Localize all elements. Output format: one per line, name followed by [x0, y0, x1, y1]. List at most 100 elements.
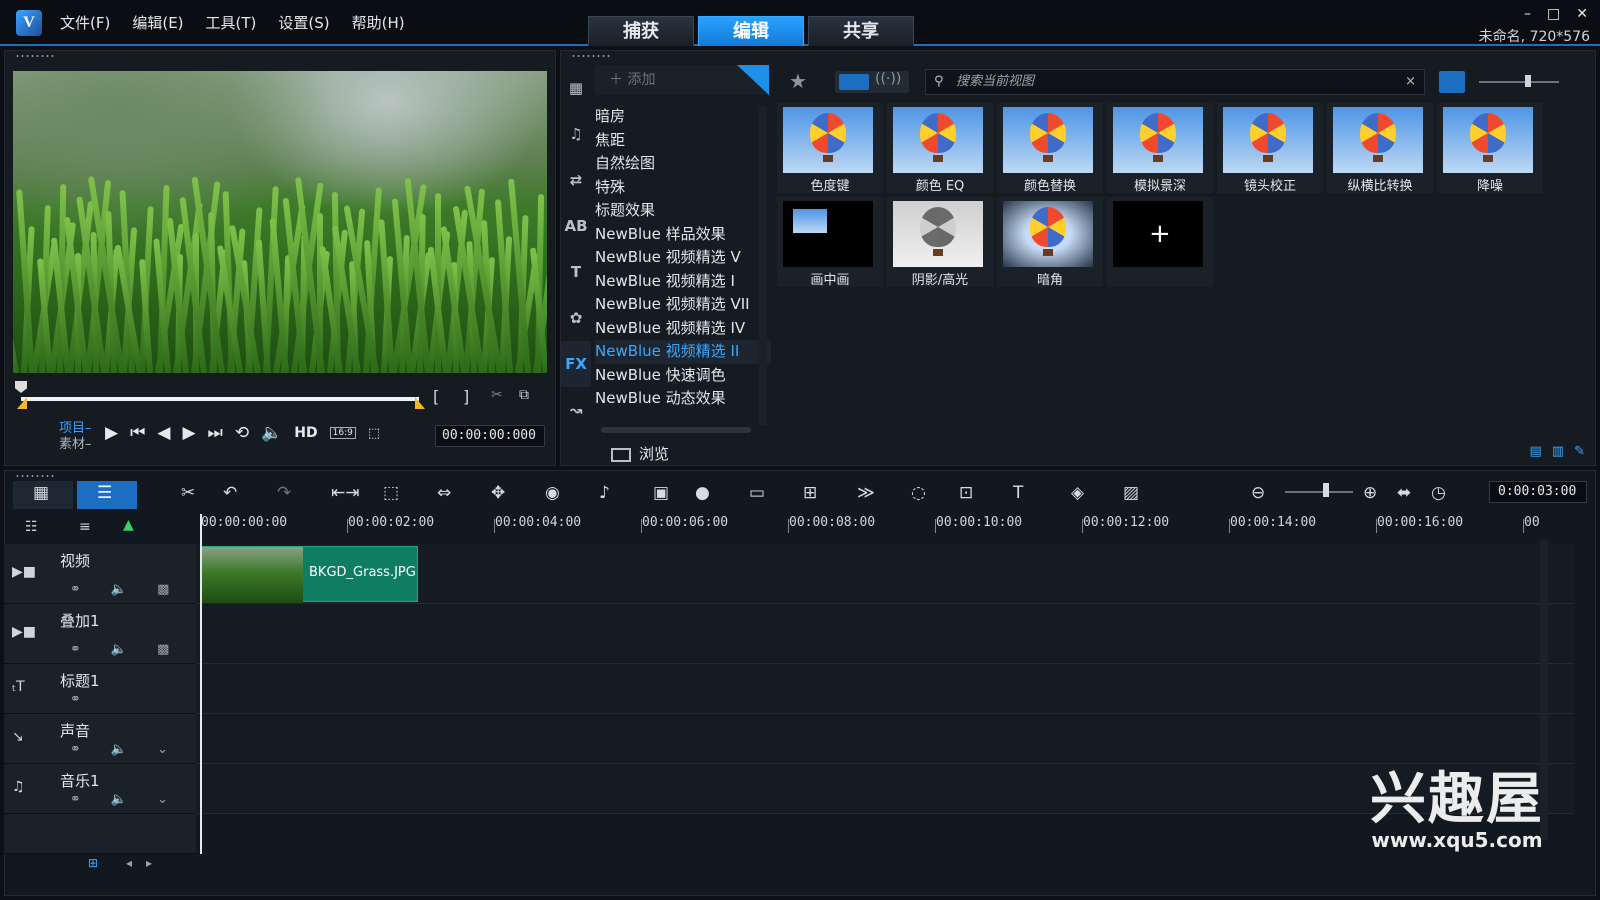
tab-capture[interactable]: 捕获	[588, 16, 694, 46]
menu-help[interactable]: 帮助(H)	[352, 12, 405, 33]
mode-clip[interactable]: 素材–	[59, 437, 92, 453]
track-expand-icon[interactable]: ⌄	[157, 792, 168, 807]
subtitle-icon[interactable]: ▭	[749, 483, 765, 503]
track-volume-icon[interactable]: 🔈	[111, 792, 127, 807]
close-icon[interactable]: ✕	[1576, 6, 1588, 22]
multicam-icon[interactable]: ⊞	[803, 483, 817, 503]
category-scrollbar[interactable]	[759, 107, 767, 425]
effect-tile[interactable]: 画中画	[777, 197, 883, 288]
play-mode-toggle[interactable]: 项目– 素材–	[59, 421, 92, 453]
aspect-ratio-button[interactable]: 16:9	[329, 427, 356, 439]
go-end-icon[interactable]: ⏭	[208, 423, 223, 443]
timeline-zoom-knob[interactable]	[1323, 483, 1329, 497]
category-item[interactable]: NewBlue 视频精选 V	[595, 246, 771, 270]
track-header[interactable]: ↘ 声音 ⚭ 🔈 ⌄	[4, 714, 196, 764]
menu-settings[interactable]: 设置(S)	[278, 12, 329, 33]
crop-icon[interactable]: ⬚	[368, 426, 380, 441]
path-icon[interactable]: ↝	[561, 387, 591, 433]
scrub-bar[interactable]	[21, 397, 419, 401]
thumb-size-knob[interactable]	[1525, 75, 1531, 87]
timeline-ruler[interactable]: 00:00:00:00 00:00:02:00 00:00:04:00 00:00:0…	[199, 515, 1581, 535]
track-expand-icon[interactable]: ⌄	[157, 742, 168, 757]
prev-frame-icon[interactable]: ◀	[157, 423, 170, 443]
track-header[interactable]: ₜT 标题1 ⚭	[4, 664, 196, 714]
split-clip-icon[interactable]: ✂	[491, 387, 503, 403]
zoom-out-icon[interactable]: ⊖	[1251, 483, 1265, 503]
category-item[interactable]: 暗房	[595, 105, 771, 129]
zoom-in-icon[interactable]: ⊕	[1363, 483, 1377, 503]
resize-icon[interactable]: ⬚	[383, 483, 399, 503]
track-header[interactable]: ▶■ 视频 ⚭ 🔈 ▩	[4, 544, 196, 604]
play-icon[interactable]: ▶	[105, 423, 118, 443]
hd-preview-button[interactable]: HD	[294, 425, 317, 441]
track-header[interactable]: ♫ 音乐1 ⚭ 🔈 ⌄	[4, 764, 196, 814]
mark-in-button[interactable]: [	[433, 387, 439, 406]
category-item[interactable]: 特殊	[595, 176, 771, 200]
volume-icon[interactable]: 🔈	[261, 423, 282, 443]
menu-tools[interactable]: 工具(T)	[206, 12, 257, 33]
tab-share[interactable]: 共享	[808, 16, 914, 46]
menu-file[interactable]: 文件(F)	[60, 12, 110, 33]
effect-tile[interactable]: 颜色替换	[997, 103, 1103, 194]
next-frame-icon[interactable]: ▶	[182, 423, 195, 443]
category-hscrollbar[interactable]	[601, 427, 751, 433]
link-icon[interactable]: ⚭	[70, 792, 81, 807]
sort-icon[interactable]: ▤	[1530, 444, 1542, 459]
video-filter-icon[interactable]	[839, 74, 869, 90]
tab-edit[interactable]: 编辑	[698, 16, 804, 46]
track-button-icon[interactable]: ⊞	[88, 856, 98, 870]
effect-tile[interactable]: 阴影/高光	[887, 197, 993, 288]
fit-project-icon[interactable]: ⬌	[1397, 483, 1411, 503]
ripple-edit-icon[interactable]: ▲	[123, 517, 134, 533]
clear-search-icon[interactable]: ×	[1405, 70, 1416, 94]
effect-tile[interactable]: 镜头校正	[1217, 103, 1323, 194]
filter-toggle[interactable]: ((·))	[835, 71, 909, 93]
track-volume-icon[interactable]: 🔈	[111, 582, 127, 597]
title-3d-icon[interactable]: T	[1013, 483, 1023, 503]
thumb-size-slider[interactable]	[1479, 81, 1559, 83]
color-icon[interactable]: ◉	[545, 483, 560, 503]
browse-button[interactable]: 浏览	[611, 443, 669, 464]
track-header[interactable]: ▶■ 叠加1 ⚭ 🔈 ▩	[4, 604, 196, 664]
effect-tile[interactable]: 色度键	[777, 103, 883, 194]
go-start-icon[interactable]: ⏮	[130, 423, 145, 443]
category-item[interactable]: NewBlue 视频精选 I	[595, 270, 771, 294]
text-icon[interactable]: T	[561, 249, 591, 295]
category-item[interactable]: 标题效果	[595, 199, 771, 223]
effect-tile[interactable]: 模拟景深	[1107, 103, 1213, 194]
fit-icon[interactable]: ⇤⇥	[331, 483, 360, 503]
track-lane[interactable]	[196, 764, 1574, 814]
category-item[interactable]: NewBlue 动态效果	[595, 387, 771, 411]
add-effect-tile[interactable]: +	[1107, 197, 1213, 287]
scroll-left-icon[interactable]: ◂	[126, 856, 132, 870]
maximize-icon[interactable]: □	[1547, 6, 1560, 22]
title-ab-icon[interactable]: AB	[561, 203, 591, 249]
effect-tile[interactable]: 暗角	[997, 197, 1103, 288]
search-input[interactable]: ⚲ 搜索当前视图 ×	[925, 69, 1425, 95]
category-item[interactable]: NewBlue 视频精选 IV	[595, 317, 771, 341]
effect-tile[interactable]: 降噪	[1437, 103, 1543, 194]
category-item[interactable]: 焦距	[595, 129, 771, 153]
category-item[interactable]: NewBlue 视频精选 VII	[595, 293, 771, 317]
move-icon[interactable]: ✥	[491, 483, 505, 503]
loop-icon[interactable]: ◌	[911, 483, 926, 503]
menu-edit[interactable]: 编辑(E)	[132, 12, 183, 33]
mode-project[interactable]: 项目–	[59, 421, 92, 437]
track-volume-icon[interactable]: 🔈	[111, 742, 127, 757]
edit-icon[interactable]: ✎	[1574, 444, 1585, 459]
enlarge-preview-icon[interactable]: ⧉	[519, 387, 529, 403]
track-manager-icon[interactable]: ☷	[25, 519, 38, 535]
preview-timecode[interactable]: 00:00:00:000	[435, 425, 545, 447]
music-icon[interactable]: ♫	[561, 111, 591, 157]
category-item[interactable]: NewBlue 视频精选 II	[595, 340, 771, 364]
favorite-star-icon[interactable]: ★	[789, 69, 807, 93]
undo-icon[interactable]: ↶	[223, 483, 237, 503]
motion-icon[interactable]: ▣	[653, 483, 669, 503]
minimize-icon[interactable]: –	[1524, 6, 1531, 22]
layout-icon[interactable]: ▥	[1552, 444, 1564, 459]
track-lane[interactable]	[196, 664, 1574, 714]
thumbnail-view-button[interactable]	[1439, 71, 1465, 93]
timeline-duration[interactable]: 0:00:03:00	[1489, 481, 1587, 503]
mask-icon[interactable]: ◈	[1071, 483, 1084, 503]
timeline-zoom-slider[interactable]	[1285, 491, 1353, 493]
